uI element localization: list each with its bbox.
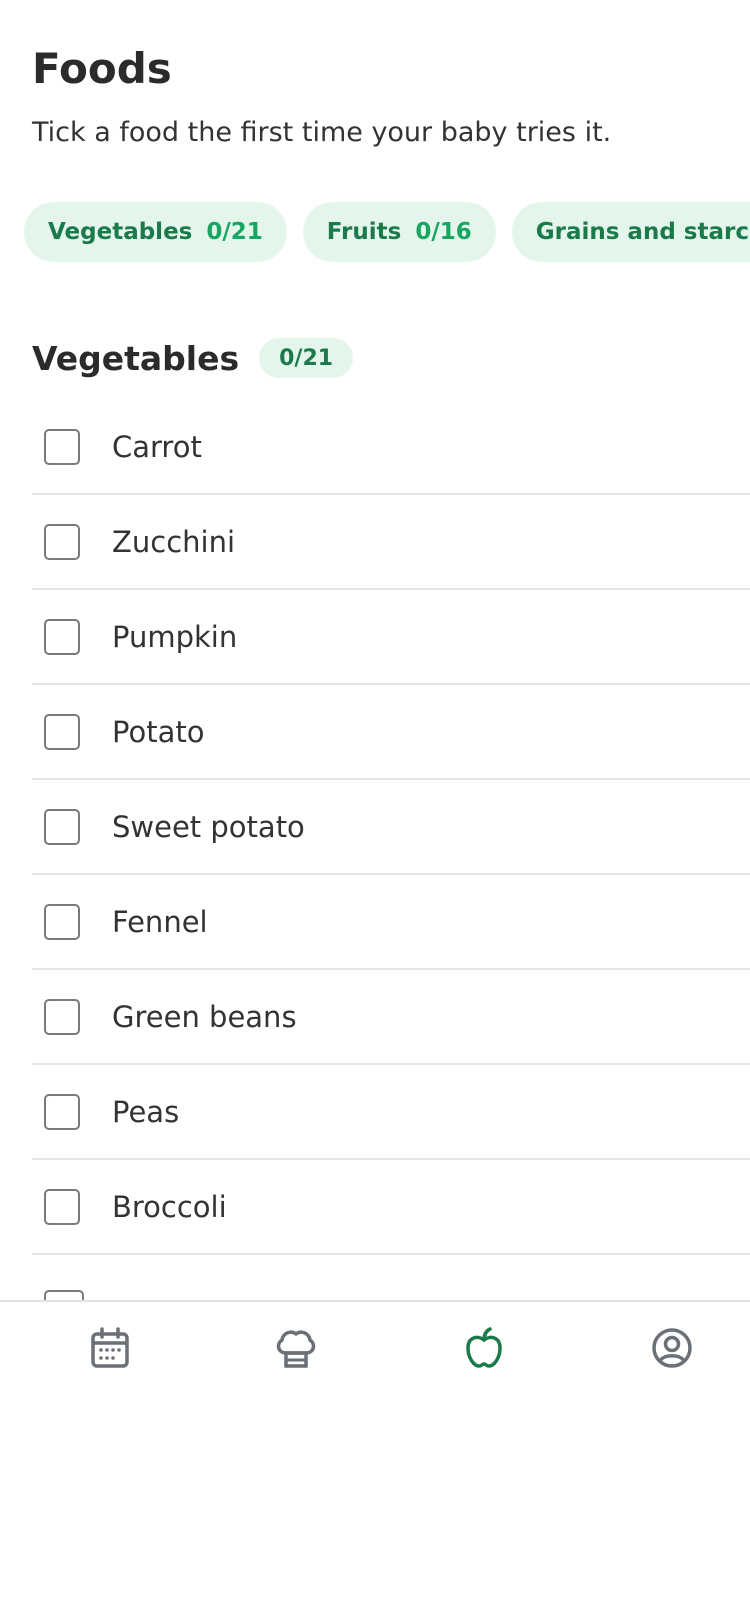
list-item[interactable]: Zucchini [32,495,750,590]
category-chips: Vegetables 0/21 Fruits 0/16 Grains and s… [24,202,750,262]
list-item[interactable]: Fennel [32,875,750,970]
chip-count: 0/16 [415,219,472,245]
food-checkbox[interactable] [44,903,80,940]
food-checkbox[interactable] [44,523,80,560]
food-list: Carrot Zucchini Pumpkin Potato Sweet pot… [32,400,750,1255]
food-label: Green beans [112,999,297,1034]
chip-grains-and-starches[interactable]: Grains and starches 0 [511,202,750,262]
page-title: Foods [32,44,172,93]
section-count-badge: 0/21 [259,338,354,378]
profile-icon [652,1328,692,1368]
section-header: Vegetables 0/21 [32,338,354,378]
list-item[interactable]: Carrot [32,400,750,495]
chip-vegetables[interactable]: Vegetables 0/21 [24,202,287,262]
chip-label: Grains and starches [535,219,750,245]
page-header: Foods Tick a food the first time your ba… [32,40,611,150]
tab-foods[interactable] [460,1324,508,1372]
list-item[interactable]: Sweet potato [32,780,750,875]
chip-label: Fruits [326,219,402,245]
list-item[interactable]: Peas [32,1065,750,1160]
chip-count: 0/21 [206,219,263,245]
food-label: Broccoli [112,1189,227,1224]
food-checkbox-partial[interactable] [44,1290,84,1300]
food-checkbox[interactable] [44,713,80,750]
list-item[interactable]: Green beans [32,970,750,1065]
page-subtitle: Tick a food the first time your baby tri… [32,117,612,148]
calendar-icon [91,1327,129,1368]
tab-profile[interactable] [648,1324,696,1372]
food-label: Fennel [112,904,208,939]
section-title: Vegetables [32,338,240,378]
foods-screen: Foods Tick a food the first time your ba… [0,0,750,1623]
list-item[interactable]: Pumpkin [32,590,750,685]
food-checkbox[interactable] [44,808,80,845]
food-checkbox[interactable] [44,998,80,1035]
food-label: Peas [112,1094,180,1129]
chip-fruits[interactable]: Fruits 0/16 [302,202,496,262]
food-label: Zucchini [112,524,236,559]
food-checkbox[interactable] [44,1093,80,1130]
food-label: Sweet potato [112,809,305,844]
chef-hat-icon [276,1330,316,1368]
tab-calendar[interactable] [86,1324,134,1372]
tab-recipes[interactable] [272,1324,320,1372]
food-checkbox[interactable] [44,1188,80,1225]
chip-label: Vegetables [48,219,193,245]
food-label: Pumpkin [112,619,238,654]
list-item[interactable]: Potato [32,685,750,780]
food-label: Carrot [112,429,202,464]
bottom-tab-bar [0,1300,750,1623]
food-checkbox[interactable] [44,618,80,655]
list-item[interactable]: Broccoli [32,1160,750,1255]
food-label: Potato [112,714,205,749]
apple-icon [466,1327,502,1368]
food-checkbox[interactable] [44,428,80,465]
